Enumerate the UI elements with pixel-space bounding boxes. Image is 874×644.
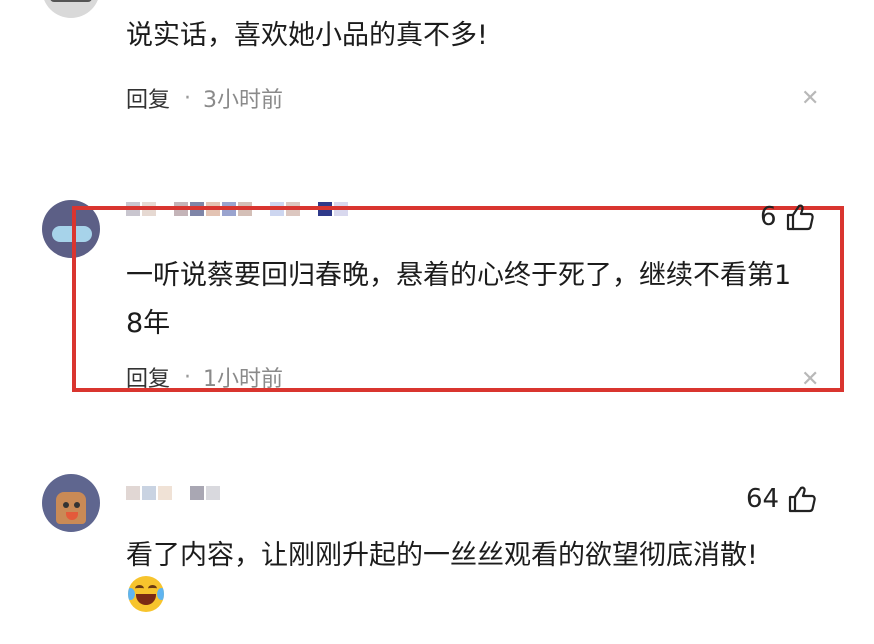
separator-dot: · <box>184 364 192 390</box>
thumbs-up-icon <box>786 204 814 231</box>
close-icon[interactable]: ✕ <box>801 367 819 392</box>
like-button[interactable]: 6 <box>760 202 815 232</box>
comment-text: 说实话，喜欢她小品的真不多! <box>126 20 488 51</box>
timestamp: 3小时前 <box>203 88 284 113</box>
comment-meta: 回复 · 3小时前 <box>126 82 283 114</box>
timestamp: 1小时前 <box>203 367 284 392</box>
comment-text: 看了内容，让刚刚升起的一丝丝观看的欲望彻底消散! <box>126 540 758 571</box>
avatar[interactable] <box>42 474 100 532</box>
reply-button[interactable]: 回复 <box>126 82 170 114</box>
separator-dot: · <box>184 85 192 111</box>
thumbs-up-icon <box>788 486 816 513</box>
close-icon[interactable]: ✕ <box>801 86 819 111</box>
comment-meta: 回复 · 1小时前 <box>126 361 283 393</box>
like-button[interactable]: 64 <box>746 484 817 514</box>
comment-text-line-2: 8年 <box>126 308 171 339</box>
reply-button[interactable]: 回复 <box>126 361 170 393</box>
laughing-crying-emoji <box>128 576 164 612</box>
like-count: 64 <box>746 484 780 514</box>
comment-text: 一听说蔡要回归春晚，悬着的心终于死了，继续不看第1 8年 <box>126 252 791 348</box>
avatar[interactable] <box>42 0 100 18</box>
comment-text-line-1: 一听说蔡要回归春晚，悬着的心终于死了，继续不看第1 <box>126 260 792 291</box>
like-count: 6 <box>760 202 777 232</box>
username-blurred[interactable] <box>126 486 220 500</box>
